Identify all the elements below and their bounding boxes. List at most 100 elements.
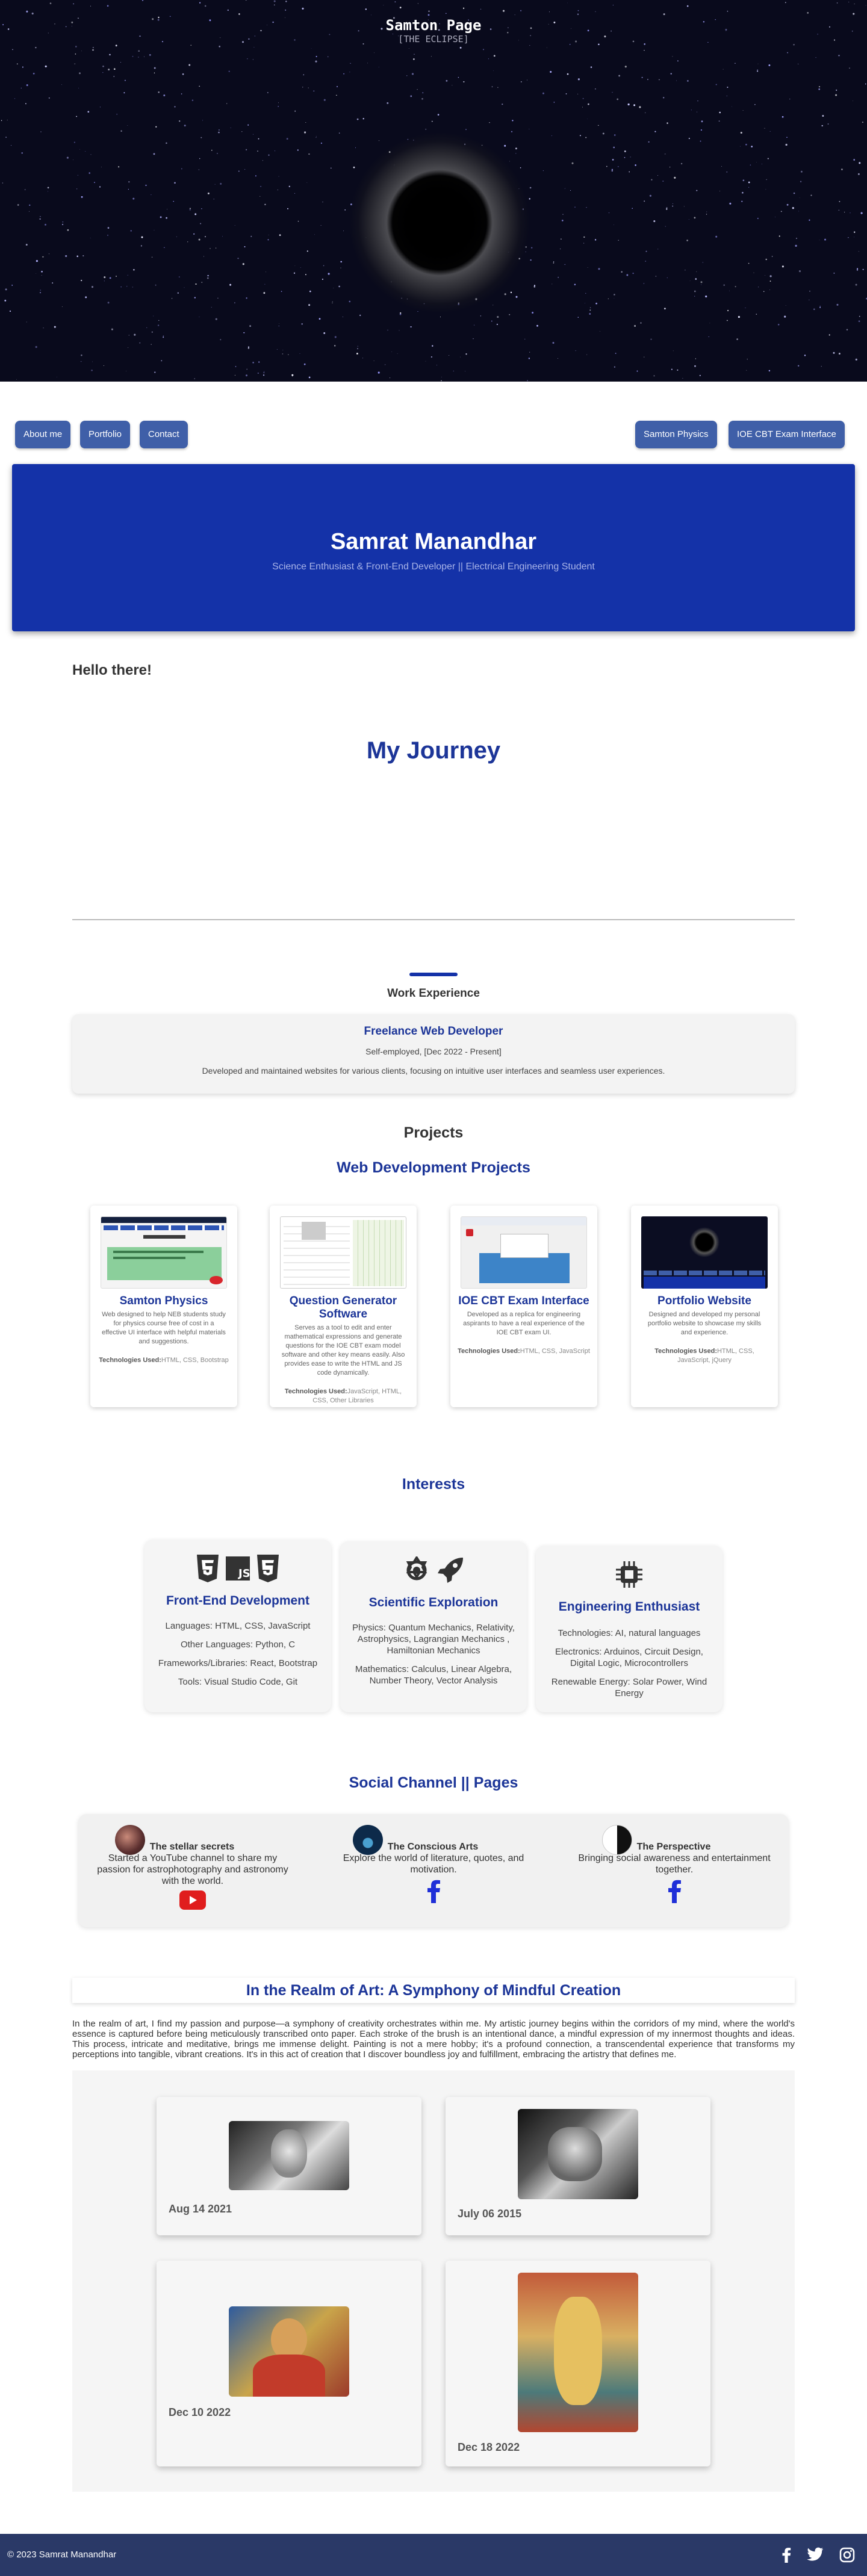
project-thumbnail — [641, 1216, 768, 1289]
project-technologies: Technologies Used:HTML, CSS, Bootstrap — [99, 1357, 229, 1364]
hero-section: Samton Page [THE ECLIPSE] — [0, 0, 867, 382]
interest-detail: Technologies: AI, natural languages — [558, 1628, 701, 1638]
project-card-ioe-cbt[interactable]: IOE CBT Exam Interface Developed as a re… — [450, 1206, 597, 1407]
interests-title: Interests — [402, 1476, 465, 1493]
social-item-conscious-arts: The Conscious Arts Explore the world of … — [319, 1825, 548, 1906]
nav-samton-physics-button[interactable]: Samton Physics — [635, 421, 717, 448]
social-item-stellar-secrets: The stellar secrets Started a YouTube ch… — [78, 1825, 307, 1913]
divider — [72, 919, 795, 920]
nav-about-button[interactable]: About me — [15, 421, 71, 448]
svg-text:JS: JS — [237, 1567, 250, 1580]
interest-card-frontend: JS Front-End Development Languages: HTML… — [144, 1540, 331, 1712]
project-card-samton-physics[interactable]: Samton Physics Web designed to help NEB … — [90, 1206, 237, 1407]
artwork-image — [229, 2121, 349, 2190]
project-description: Developed as a replica for engineering a… — [463, 1311, 585, 1336]
project-description: Web designed to help NEB students study … — [102, 1311, 226, 1345]
artwork-image — [518, 2109, 638, 2199]
interest-detail: Languages: HTML, CSS, JavaScript — [165, 1621, 311, 1631]
footer-copyright: © 2023 Samrat Manandhar — [7, 2550, 117, 2560]
html5-icon — [197, 1555, 219, 1582]
project-technologies: Technologies Used:JavaScript, HTML, CSS,… — [284, 1388, 402, 1404]
project-description: Designed and developed my personal portf… — [647, 1311, 762, 1336]
nav-ioe-cbt-button[interactable]: IOE CBT Exam Interface — [729, 421, 845, 448]
profile-tagline: Science Enthusiast & Front-End Developer… — [272, 562, 595, 572]
hero-subtitle: [THE ECLIPSE] — [398, 34, 469, 45]
interest-detail: Other Languages: Python, C — [180, 1639, 296, 1650]
interest-detail: Physics: Quantum Mechanics, Relativity, … — [352, 1623, 515, 1656]
nav-contact-button[interactable]: Contact — [140, 421, 188, 448]
artwork-card[interactable]: Dec 10 2022 — [157, 2261, 421, 2466]
project-card-portfolio[interactable]: Portfolio Website Designed and developed… — [631, 1206, 778, 1407]
artwork-card[interactable]: July 06 2015 — [446, 2097, 710, 2235]
art-section-title: In the Realm of Art: A Symphony of Mindf… — [72, 1978, 795, 2003]
social-panel: The stellar secrets Started a YouTube ch… — [78, 1814, 789, 1927]
project-description: Serves as a tool to edit and enter mathe… — [281, 1324, 405, 1376]
journey-title: My Journey — [366, 737, 501, 764]
greeting: Hello there! — [72, 662, 152, 678]
work-description: Developed and maintained websites for va… — [202, 1066, 665, 1076]
footer: © 2023 Samrat Manandhar — [0, 2534, 867, 2576]
profile-name: Samrat Manandhar — [330, 529, 537, 554]
project-name: Portfolio Website — [657, 1295, 751, 1307]
artwork-image — [229, 2306, 349, 2397]
project-technologies: Technologies Used:HTML, CSS, JavaScript — [458, 1348, 590, 1355]
interest-name: Front-End Development — [166, 1594, 309, 1608]
js-icon: JS — [226, 1556, 250, 1581]
work-section-title: Work Experience — [387, 987, 480, 1000]
eclipse-image — [349, 132, 530, 313]
instagram-icon[interactable] — [839, 2547, 855, 2566]
project-name: IOE CBT Exam Interface — [458, 1295, 589, 1307]
facebook-icon[interactable] — [667, 1879, 682, 1906]
interest-detail: Mathematics: Calculus, Linear Algebra, N… — [355, 1664, 512, 1686]
artwork-card[interactable]: Aug 14 2021 — [157, 2097, 421, 2235]
avatar — [601, 1825, 632, 1855]
artwork-image — [518, 2273, 638, 2432]
artwork-date: Dec 10 2022 — [169, 2406, 231, 2418]
artwork-card[interactable]: Dec 18 2022 — [446, 2261, 710, 2466]
facebook-icon[interactable] — [782, 2547, 791, 2566]
project-thumbnail — [280, 1216, 406, 1289]
project-card-question-generator[interactable]: Question Generator Software Serves as a … — [270, 1206, 417, 1407]
artwork-date: Dec 18 2022 — [458, 2441, 520, 2453]
project-name: Question Generator Software — [289, 1295, 397, 1321]
work-card: Freelance Web Developer Self-employed, [… — [72, 1014, 795, 1094]
interest-name: Scientific Exploration — [368, 1596, 499, 1609]
projects-title: Projects — [403, 1124, 464, 1141]
work-period: Self-employed, [Dec 2022 - Present] — [365, 1047, 502, 1056]
webdev-projects-title: Web Development Projects — [337, 1159, 530, 1176]
social-name: The Perspective — [636, 1842, 711, 1852]
youtube-icon[interactable] — [179, 1890, 206, 1913]
interest-card-engineering: Engineering Enthusiast Technologies: AI,… — [536, 1546, 722, 1712]
social-name: The stellar secrets — [149, 1842, 235, 1852]
social-description: Started a YouTube channel to share my pa… — [97, 1853, 288, 1886]
microchip-icon — [616, 1561, 642, 1588]
artwork-date: July 06 2015 — [458, 2208, 522, 2220]
avatar — [114, 1825, 145, 1855]
social-title: Social Channel || Pages — [349, 1774, 518, 1791]
interest-detail: Frameworks/Libraries: React, Bootstrap — [158, 1658, 318, 1668]
twitter-icon[interactable] — [807, 2547, 824, 2566]
art-gallery: Aug 14 2021 July 06 2015 Dec 10 2022 Dec… — [72, 2070, 795, 2492]
interest-detail: Electronics: Arduinos, Circuit Design, D… — [555, 1647, 703, 1668]
social-name: The Conscious Arts — [387, 1842, 479, 1852]
nav-portfolio-button[interactable]: Portfolio — [80, 421, 131, 448]
work-role: Freelance Web Developer — [364, 1025, 503, 1038]
project-thumbnail — [461, 1216, 587, 1289]
profile-banner: Samrat Manandhar Science Enthusiast & Fr… — [12, 464, 855, 631]
art-description: In the realm of art, I find my passion a… — [72, 2019, 795, 2060]
atom-icon — [406, 1556, 427, 1581]
project-thumbnail — [101, 1216, 227, 1289]
facebook-icon[interactable] — [426, 1879, 441, 1906]
artwork-date: Aug 14 2021 — [169, 2203, 232, 2215]
avatar — [352, 1825, 383, 1855]
social-description: Bringing social awareness and entertainm… — [578, 1853, 771, 1875]
css3-icon — [257, 1555, 279, 1582]
social-description: Explore the world of literature, quotes,… — [343, 1853, 524, 1875]
project-name: Samton Physics — [119, 1295, 208, 1307]
section-accent-bar — [409, 973, 458, 976]
rocket-icon — [438, 1558, 463, 1583]
hero-title: Samton Page — [385, 17, 482, 34]
interest-card-science: Scientific Exploration Physics: Quantum … — [340, 1541, 527, 1712]
interest-detail: Tools: Visual Studio Code, Git — [178, 1677, 298, 1687]
social-item-perspective: The Perspective Bringing social awarenes… — [560, 1825, 789, 1906]
